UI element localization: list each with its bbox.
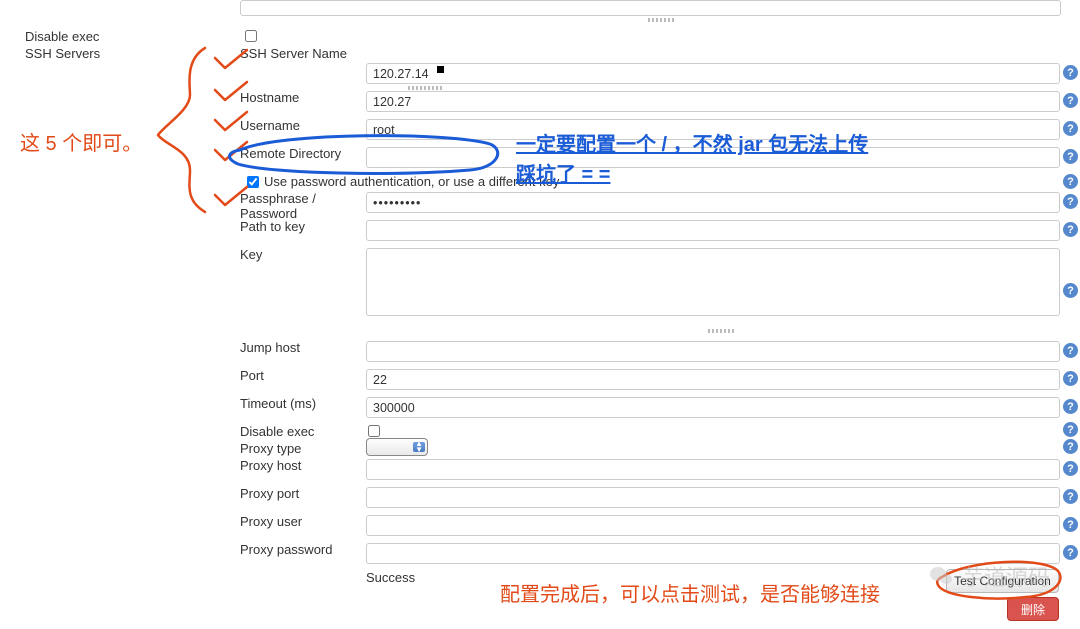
proxy-port-label: Proxy port (240, 486, 355, 501)
cursor-selection-icon (437, 66, 444, 73)
help-icon[interactable]: ? (1063, 399, 1078, 414)
use-password-label: Use password authentication, or use a di… (264, 174, 559, 189)
port-field[interactable] (366, 369, 1060, 390)
username-field[interactable] (366, 119, 1060, 140)
help-icon[interactable]: ? (1063, 283, 1078, 298)
help-icon[interactable]: ? (1063, 371, 1078, 386)
help-icon[interactable]: ? (1063, 149, 1078, 164)
ssh-server-name-label: SSH Server Name (240, 46, 355, 61)
key-label: Key (240, 247, 355, 262)
path-to-key-label: Path to key (240, 219, 355, 234)
hostname-label: Hostname (240, 90, 355, 105)
proxy-user-field[interactable] (366, 515, 1060, 536)
jump-host-label: Jump host (240, 340, 355, 355)
proxy-host-field[interactable] (366, 459, 1060, 480)
help-icon[interactable]: ? (1063, 194, 1078, 209)
proxy-type-select[interactable]: ▲▼ (366, 438, 428, 456)
resize-grip-icon (708, 329, 736, 333)
ssh-server-name-field[interactable] (366, 63, 1060, 84)
help-icon[interactable]: ? (1063, 343, 1078, 358)
proxy-user-label: Proxy user (240, 514, 355, 529)
proxy-port-field[interactable] (366, 487, 1060, 508)
resize-grip-icon (648, 18, 676, 22)
hostname-field[interactable] (366, 91, 1060, 112)
remote-directory-label: Remote Directory (240, 146, 355, 161)
timeout-field[interactable] (366, 397, 1060, 418)
sidebar-disable-exec-label: Disable exec (25, 28, 225, 45)
help-icon[interactable]: ? (1063, 222, 1078, 237)
annotation-text-five-items: 这 5 个即可。 (20, 127, 142, 156)
proxy-host-label: Proxy host (240, 458, 355, 473)
port-label: Port (240, 368, 355, 383)
help-icon[interactable]: ? (1063, 174, 1078, 189)
field-grip-icon (408, 86, 444, 90)
unknown-top-area[interactable] (240, 0, 1061, 16)
status-success-text: Success (366, 570, 415, 585)
help-icon[interactable]: ? (1063, 422, 1078, 437)
help-icon[interactable]: ? (1063, 93, 1078, 108)
select-arrows-icon: ▲▼ (415, 441, 423, 453)
help-icon[interactable]: ? (1063, 517, 1078, 532)
test-configuration-button[interactable]: Test Configuration (946, 569, 1059, 593)
jump-host-field[interactable] (366, 341, 1060, 362)
disable-exec-checkbox[interactable] (245, 30, 257, 42)
use-password-checkbox[interactable] (247, 176, 259, 188)
inner-disable-exec-checkbox[interactable] (368, 425, 380, 437)
help-icon[interactable]: ? (1063, 489, 1078, 504)
username-label: Username (240, 118, 355, 133)
delete-button[interactable]: 删除 (1007, 597, 1059, 621)
timeout-label: Timeout (ms) (240, 396, 355, 411)
proxy-type-label: Proxy type (240, 441, 355, 456)
proxy-password-label: Proxy password (240, 542, 355, 557)
passphrase-label: Passphrase / Password (240, 191, 362, 221)
path-to-key-field[interactable] (366, 220, 1060, 241)
help-icon[interactable]: ? (1063, 461, 1078, 476)
help-icon[interactable]: ? (1063, 439, 1078, 454)
sidebar-ssh-servers-label: SSH Servers (25, 45, 225, 62)
key-field[interactable] (366, 248, 1060, 316)
passphrase-field[interactable] (366, 192, 1060, 213)
help-icon[interactable]: ? (1063, 545, 1078, 560)
help-icon[interactable]: ? (1063, 65, 1078, 80)
inner-disable-exec-label: Disable exec (240, 424, 355, 439)
proxy-password-field[interactable] (366, 543, 1060, 564)
remote-directory-field[interactable] (366, 147, 1060, 168)
help-icon[interactable]: ? (1063, 121, 1078, 136)
